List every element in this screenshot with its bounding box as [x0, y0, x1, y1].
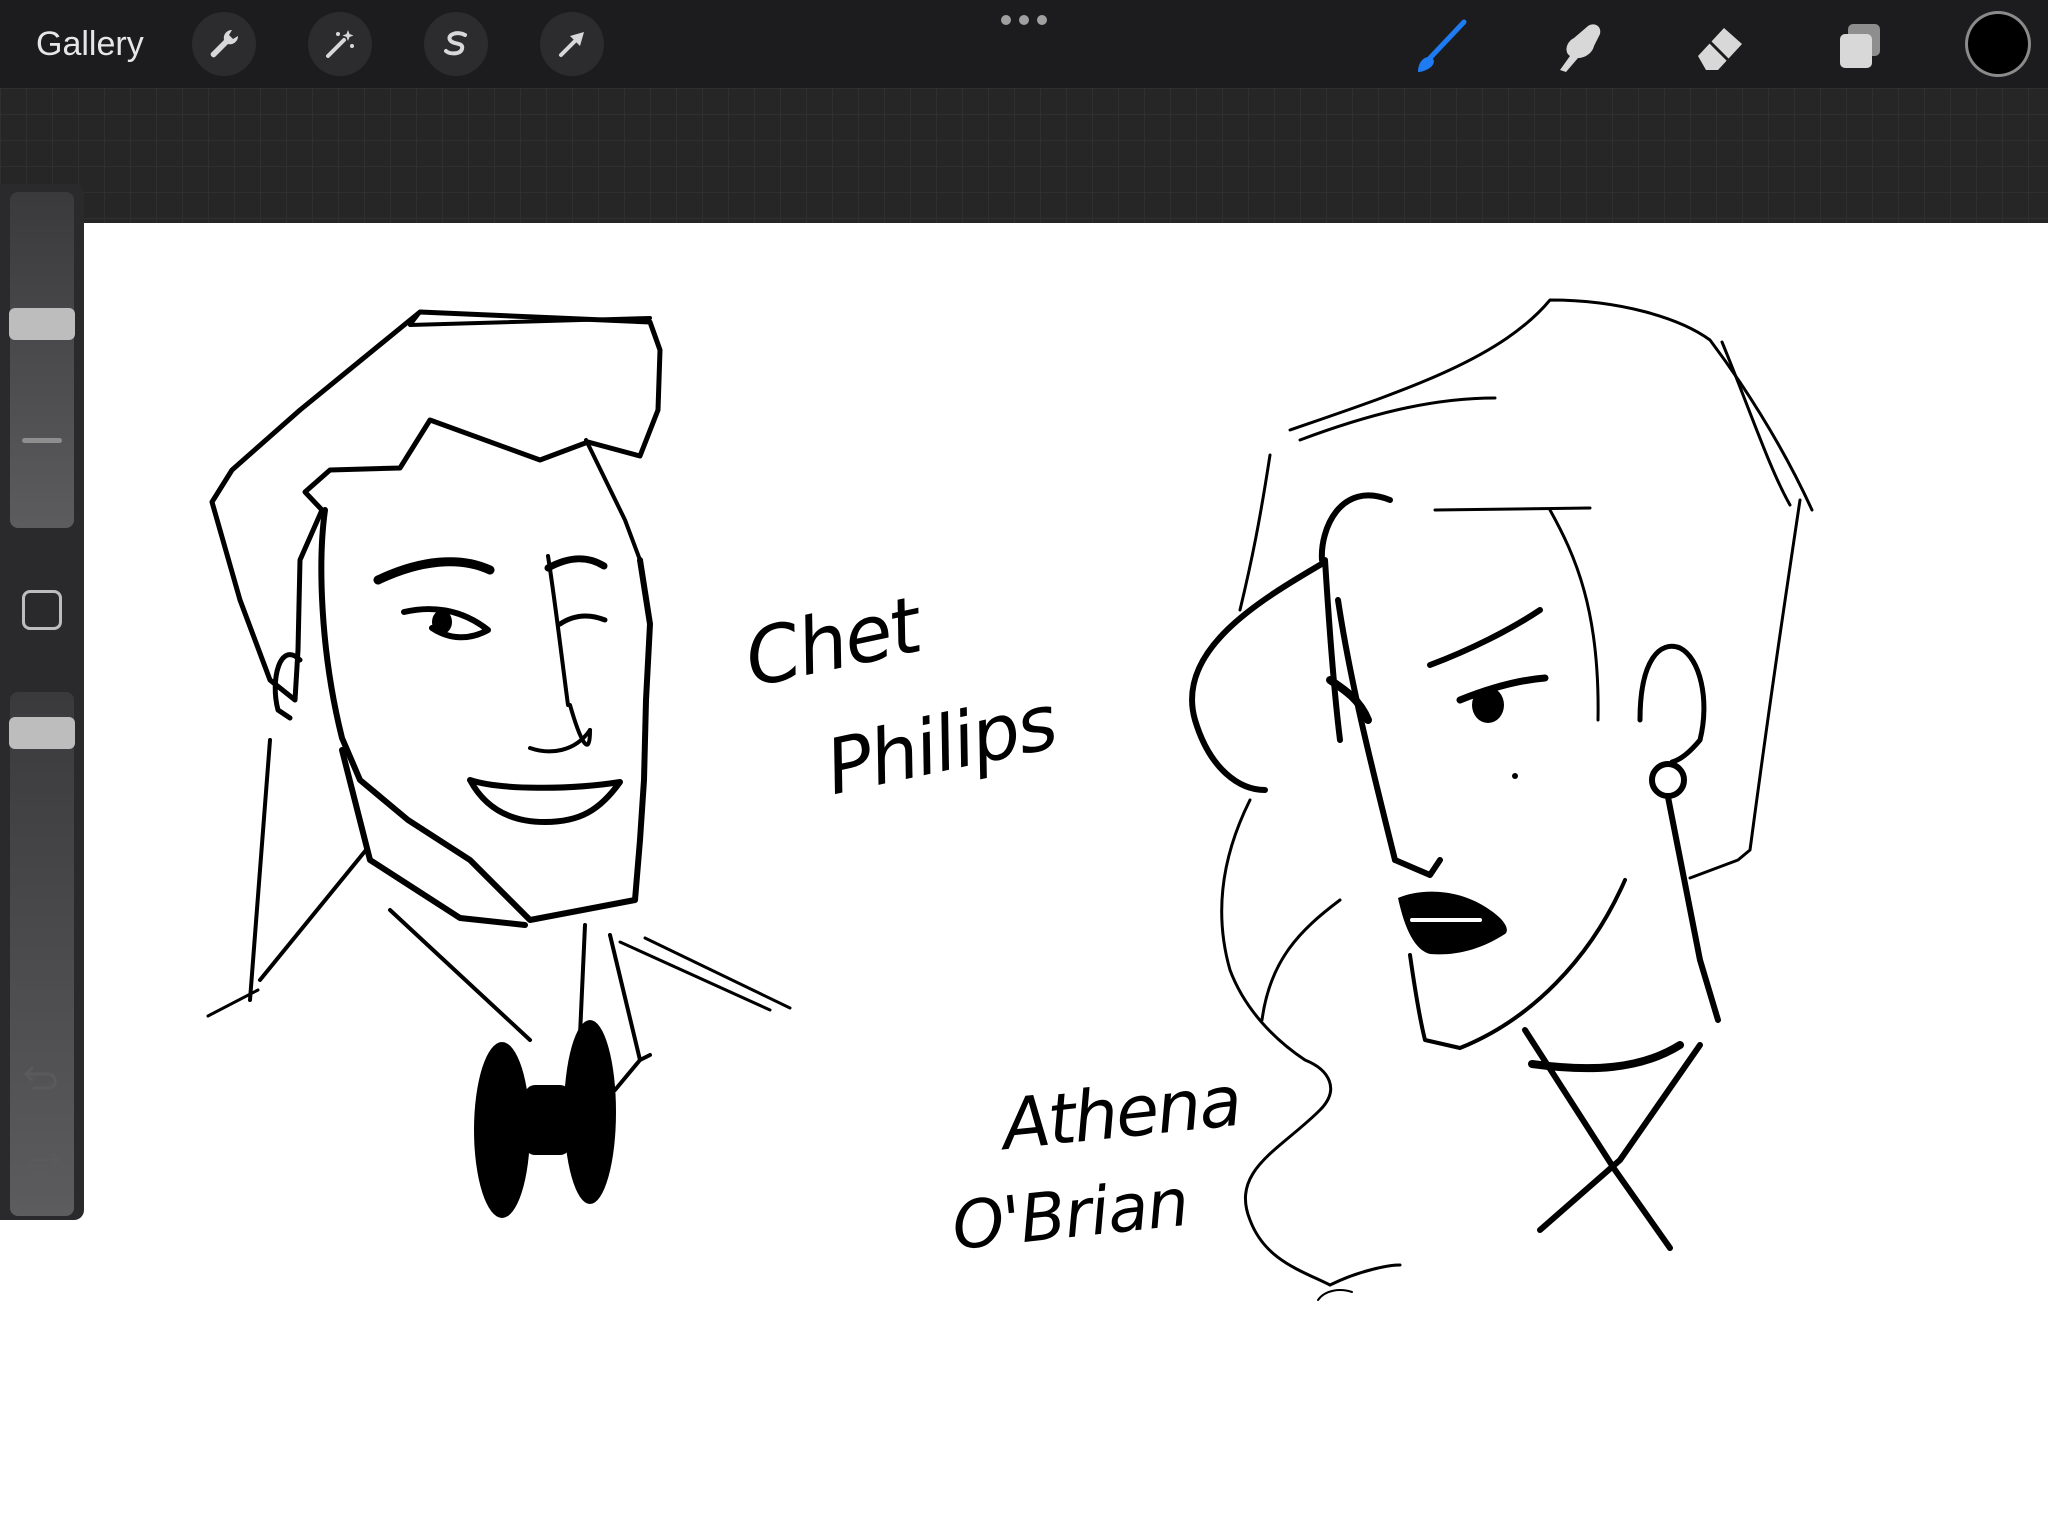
redo-icon[interactable]: [20, 1140, 64, 1184]
athena-face: [1322, 557, 1343, 743]
brush-opacity-slider[interactable]: [10, 692, 74, 1216]
undo-icon[interactable]: [20, 1054, 64, 1098]
athena-eye: [1456, 674, 1549, 704]
brush-size-handle[interactable]: [9, 307, 75, 340]
chet-brow-left: [373, 557, 495, 585]
modify-button[interactable]: [22, 590, 62, 630]
chet-bowtie-left: [474, 1042, 530, 1218]
brush-opacity-handle[interactable]: [9, 716, 75, 749]
athena-ear: [1637, 643, 1707, 765]
brush-sidebar: [0, 184, 84, 1220]
athena-earring: [1649, 761, 1687, 799]
chet-brow-right: [544, 555, 608, 572]
athena-lips: [1398, 891, 1507, 955]
athena-hair-left: [1189, 559, 1328, 793]
athena-brow: [1427, 607, 1543, 668]
chet-bowtie-right: [564, 1020, 616, 1204]
brush-size-tick: [22, 438, 62, 443]
athena-hair: [1288, 298, 1814, 512]
chet-eye-right: [557, 613, 608, 627]
chet-mouth: [467, 777, 623, 825]
chet-hair: [209, 309, 663, 703]
athena-choker: [1528, 1041, 1684, 1073]
brush-size-slider[interactable]: [10, 192, 74, 528]
